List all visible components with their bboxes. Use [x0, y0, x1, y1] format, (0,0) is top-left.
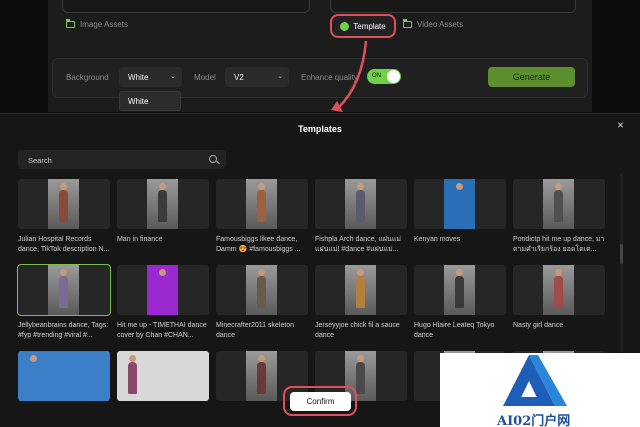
- template-preview-image: [117, 351, 209, 401]
- template-caption: Hugo Hiaire Leateq Tokyo dance: [414, 322, 495, 339]
- template-caption: Jellybeanbrains dance, Tags: #fyp #trend…: [18, 322, 109, 339]
- person-head: [30, 355, 37, 362]
- person-figure: [356, 362, 365, 394]
- template-card[interactable]: [18, 351, 110, 427]
- template-thumbnail[interactable]: [18, 351, 110, 401]
- modal-title: Templates: [298, 124, 342, 134]
- person-head: [456, 183, 463, 190]
- person-figure: [554, 276, 563, 308]
- template-preview-image: [18, 351, 110, 401]
- person-head: [258, 183, 265, 190]
- template-preview-image: [444, 265, 475, 315]
- person-figure: [59, 276, 68, 308]
- template-thumbnail[interactable]: [18, 179, 110, 229]
- template-preview-image: [147, 179, 178, 229]
- search-input[interactable]: Search: [18, 150, 226, 169]
- template-thumbnail[interactable]: [513, 179, 605, 229]
- scrollbar-thumb[interactable]: [620, 244, 623, 264]
- search-placeholder: Search: [28, 156, 52, 165]
- template-preview-image: [345, 179, 376, 229]
- person-head: [555, 183, 562, 190]
- person-head: [258, 355, 265, 362]
- template-preview-image: [48, 265, 79, 315]
- person-head: [129, 355, 136, 362]
- template-card[interactable]: Julian Hospital Records dance, TikTok de…: [18, 179, 110, 255]
- template-card[interactable]: Fishpla Arch dance, แฝนแม่ แฝนแม่! #danc…: [315, 179, 407, 255]
- template-caption: Kenyan moves: [414, 236, 461, 243]
- person-head: [357, 183, 364, 190]
- template-caption: Fishpla Arch dance, แฝนแม่ แฝนแม่! #danc…: [315, 236, 401, 253]
- template-thumbnail[interactable]: [117, 265, 209, 315]
- template-thumbnail[interactable]: [414, 265, 506, 315]
- template-preview-image: [543, 265, 574, 315]
- person-figure: [158, 190, 167, 222]
- person-head: [60, 183, 67, 190]
- template-preview-image: [147, 265, 178, 315]
- template-card[interactable]: Jerseyyjoe chick fil a sauce dance: [315, 265, 407, 341]
- template-preview-image: [345, 265, 376, 315]
- template-caption: Jerseyyjoe chick fil a sauce dance: [315, 322, 400, 339]
- template-card[interactable]: Famousbiggs likee dance, Damm 😍 #famousb…: [216, 179, 308, 255]
- template-caption: Pondictp hit me up dance, มาตามคำเรียกร้…: [513, 236, 605, 253]
- person-head: [456, 269, 463, 276]
- template-thumbnail[interactable]: [315, 179, 407, 229]
- person-figure: [29, 362, 38, 394]
- person-figure: [356, 190, 365, 222]
- template-preview-image: [246, 351, 277, 401]
- person-head: [159, 269, 166, 276]
- template-card[interactable]: Minecrafter2011 skeleton dance: [216, 265, 308, 341]
- template-card[interactable]: Man in finance: [117, 179, 209, 255]
- template-card[interactable]: Hit me up - TIMETHAI dance cover by Chan…: [117, 265, 209, 341]
- template-preview-image: [543, 179, 574, 229]
- template-card[interactable]: [117, 351, 209, 427]
- person-head: [258, 269, 265, 276]
- template-card[interactable]: Kenyan moves: [414, 179, 506, 255]
- template-card[interactable]: Pondictp hit me up dance, มาตามคำเรียกร้…: [513, 179, 605, 255]
- template-caption: Hit me up - TIMETHAI dance cover by Chan…: [117, 322, 207, 339]
- template-caption: Julian Hospital Records dance, TikTok de…: [18, 236, 110, 253]
- close-icon[interactable]: ×: [617, 118, 624, 132]
- search-icon[interactable]: [209, 155, 217, 163]
- template-thumbnail[interactable]: [414, 179, 506, 229]
- person-figure: [356, 276, 365, 308]
- person-figure: [158, 276, 167, 308]
- confirm-button[interactable]: Confirm: [290, 392, 351, 411]
- template-card[interactable]: Hugo Hiaire Leateq Tokyo dance: [414, 265, 506, 341]
- watermark-text: AI02门户网: [497, 414, 571, 427]
- template-caption: [117, 407, 209, 427]
- template-card[interactable]: Nasty girl dance: [513, 265, 605, 341]
- template-thumbnail[interactable]: [216, 179, 308, 229]
- person-head: [555, 269, 562, 276]
- person-figure: [455, 276, 464, 308]
- person-figure: [257, 190, 266, 222]
- person-figure: [257, 276, 266, 308]
- person-figure: [59, 190, 68, 222]
- template-thumbnail[interactable]: [513, 265, 605, 315]
- person-figure: [257, 362, 266, 394]
- template-caption: [18, 407, 110, 427]
- template-caption: Man in finance: [117, 236, 163, 243]
- person-figure: [455, 190, 464, 222]
- template-caption: Nasty girl dance: [513, 322, 564, 329]
- template-preview-image: [246, 179, 277, 229]
- template-preview-image: [444, 179, 475, 229]
- person-head: [60, 269, 67, 276]
- template-thumbnail[interactable]: [117, 179, 209, 229]
- template-card[interactable]: Jellybeanbrains dance, Tags: #fyp #trend…: [17, 264, 111, 341]
- template-preview-image: [48, 179, 79, 229]
- template-thumbnail[interactable]: [315, 265, 407, 315]
- person-head: [357, 355, 364, 362]
- template-thumbnail[interactable]: [117, 351, 209, 401]
- person-head: [357, 269, 364, 276]
- template-preview-image: [246, 265, 277, 315]
- template-thumbnail[interactable]: [17, 264, 111, 316]
- person-figure: [128, 362, 137, 394]
- person-head: [159, 183, 166, 190]
- template-thumbnail[interactable]: [216, 265, 308, 315]
- template-caption: Famousbiggs likee dance, Damm 😍 #famousb…: [216, 236, 301, 253]
- template-caption: Minecrafter2011 skeleton dance: [216, 322, 295, 339]
- person-figure: [554, 190, 563, 222]
